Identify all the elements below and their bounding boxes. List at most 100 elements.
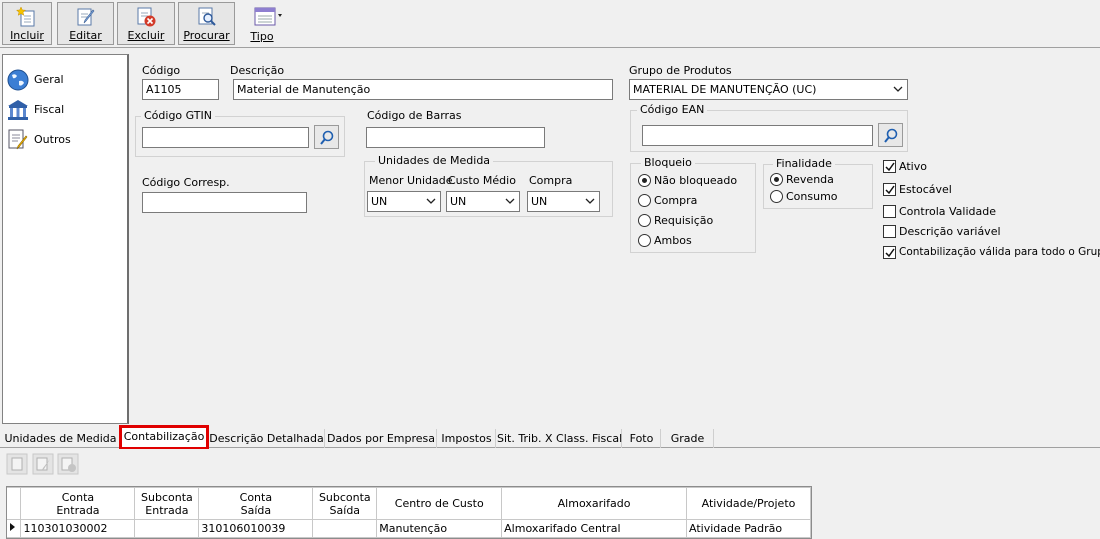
incluir-button[interactable]: Incluir (2, 2, 52, 45)
tab-grade[interactable]: Grade (662, 429, 714, 448)
procurar-label: Procurar (183, 29, 230, 42)
checkbox-icon (883, 205, 896, 218)
finalidade-option-consumo[interactable]: Consumo (770, 189, 866, 205)
barras-label: Código de Barras (367, 109, 462, 122)
col-almoxarifado[interactable]: Almoxarifado (501, 487, 687, 520)
search-document-icon (198, 7, 216, 26)
edit-row-icon (32, 453, 54, 475)
procurar-button[interactable]: Procurar (178, 2, 235, 45)
controla-validade-checkbox[interactable]: Controla Validade (883, 204, 996, 220)
radio-label: Requisição (654, 214, 714, 227)
excluir-button[interactable]: Excluir (117, 2, 175, 45)
menor-unidade-select[interactable]: UN (367, 191, 441, 212)
active-tab-highlight (119, 425, 209, 450)
grupo-produtos-select[interactable]: MATERIAL DE MANUTENÇÃO (UC) (629, 79, 908, 100)
cell-subconta-entrada[interactable] (134, 519, 200, 538)
radio-icon (638, 214, 651, 227)
search-icon (884, 128, 898, 143)
ean-search-button[interactable] (878, 123, 903, 147)
col-subconta-entrada[interactable]: Subconta Entrada (134, 487, 200, 520)
bank-icon (8, 100, 28, 120)
cell-atividade-projeto[interactable]: Atividade Padrão (686, 519, 811, 538)
cell-almoxarifado[interactable]: Almoxarifado Central (501, 519, 687, 538)
table-row[interactable]: 110301030002 310106010039 Manutenção Alm… (7, 519, 811, 538)
col-conta-entrada[interactable]: Conta Entrada (20, 487, 136, 520)
tab-descricao-detalhada[interactable]: Descrição Detalhada (209, 429, 325, 448)
ativo-checkbox[interactable]: Ativo (883, 159, 963, 175)
grid-new-button[interactable] (6, 453, 28, 475)
cell-conta-entrada[interactable]: 110301030002 (20, 519, 136, 538)
nav-item-fiscal[interactable]: Fiscal (5, 98, 125, 120)
tab-unidades-medida[interactable]: Unidades de Medida (2, 429, 120, 448)
nav-item-geral[interactable]: Geral (5, 68, 125, 91)
bloqueio-option-requisicao[interactable]: Requisição (638, 213, 748, 229)
gtin-input[interactable] (142, 127, 309, 148)
checkbox-checked-icon (883, 160, 896, 173)
delete-document-icon (137, 7, 156, 27)
radio-icon (770, 190, 783, 203)
checkbox-label: Contabilização válida para todo o Grupo (899, 246, 1100, 258)
contabilizacao-grupo-checkbox[interactable]: Contabilização válida para todo o Grupo (883, 245, 1100, 261)
cell-subconta-saida[interactable] (312, 519, 378, 538)
radio-label: Revenda (786, 173, 834, 186)
edit-document-icon (77, 8, 94, 26)
radio-label: Consumo (786, 190, 838, 203)
compra-label: Compra (529, 174, 573, 187)
contabilizacao-grid: Conta Entrada Subconta Entrada Conta Saída … (6, 486, 812, 539)
radio-label: Não bloqueado (654, 174, 738, 187)
finalidade-option-revenda[interactable]: Revenda (770, 172, 866, 188)
bloqueio-option-nao-bloqueado[interactable]: Não bloqueado (638, 173, 748, 189)
custo-medio-label: Custo Médio (448, 174, 516, 187)
col-conta-saida[interactable]: Conta Saída (198, 487, 314, 520)
cell-centro-custo[interactable]: Manutenção (376, 519, 503, 538)
main-toolbar: Incluir Editar Excluir Procurar Tipo (0, 0, 1100, 48)
search-icon (320, 130, 334, 145)
radio-icon (638, 234, 651, 247)
row-indicator-header (7, 487, 22, 520)
row-pointer-icon (7, 519, 22, 538)
compra-value: UN (531, 195, 548, 208)
descricao-variavel-checkbox[interactable]: Descrição variável (883, 224, 1001, 240)
tab-impostos[interactable]: Impostos (438, 429, 496, 448)
tipo-dropdown-button[interactable]: Tipo (244, 2, 292, 45)
list-view-icon (254, 7, 282, 26)
tab-dados-por-empresa[interactable]: Dados por Empresa (326, 429, 437, 448)
barras-input[interactable] (366, 127, 545, 148)
gtin-search-button[interactable] (314, 125, 339, 149)
grid-delete-button[interactable] (57, 453, 79, 475)
bloqueio-option-ambos[interactable]: Ambos (638, 233, 748, 249)
radio-selected-icon (638, 174, 651, 187)
bloqueio-option-compra[interactable]: Compra (638, 193, 748, 209)
ean-label: Código EAN (637, 103, 708, 116)
estocavel-checkbox[interactable]: Estocável (883, 182, 963, 198)
table-header-row: Conta Entrada Subconta Entrada Conta Saída … (7, 487, 811, 520)
ean-input[interactable] (642, 125, 873, 146)
descricao-input[interactable]: Material de Manutenção (233, 79, 613, 100)
tab-foto[interactable]: Foto (623, 429, 661, 448)
nav-item-outros[interactable]: Outros (5, 128, 125, 150)
chevron-down-icon (426, 198, 436, 204)
checkbox-icon (883, 225, 896, 238)
new-document-icon (16, 6, 35, 27)
col-atividade-projeto[interactable]: Atividade/Projeto (686, 487, 811, 520)
col-subconta-saida[interactable]: Subconta Saída (312, 487, 378, 520)
new-row-icon (6, 453, 28, 475)
codigo-input[interactable]: A1105 (142, 79, 219, 100)
custo-medio-value: UN (450, 195, 467, 208)
editar-button[interactable]: Editar (57, 2, 114, 45)
document-edit-icon (8, 129, 28, 150)
checkbox-label: Controla Validade (899, 205, 996, 218)
corresp-input[interactable] (142, 192, 307, 213)
custo-medio-select[interactable]: UN (446, 191, 520, 212)
unidades-title: Unidades de Medida (375, 154, 494, 167)
col-centro-custo[interactable]: Centro de Custo (376, 487, 503, 520)
chevron-down-icon (893, 86, 903, 92)
compra-select[interactable]: UN (527, 191, 600, 212)
menor-unidade-label: Menor Unidade (369, 174, 453, 187)
cell-conta-saida[interactable]: 310106010039 (198, 519, 314, 538)
tab-sit-trib-class-fiscal[interactable]: Sit. Trib. X Class. Fiscal (497, 429, 622, 448)
globe-icon (7, 69, 29, 91)
grid-edit-button[interactable] (32, 453, 54, 475)
radio-icon (638, 194, 651, 207)
checkbox-label: Estocável (899, 183, 952, 196)
